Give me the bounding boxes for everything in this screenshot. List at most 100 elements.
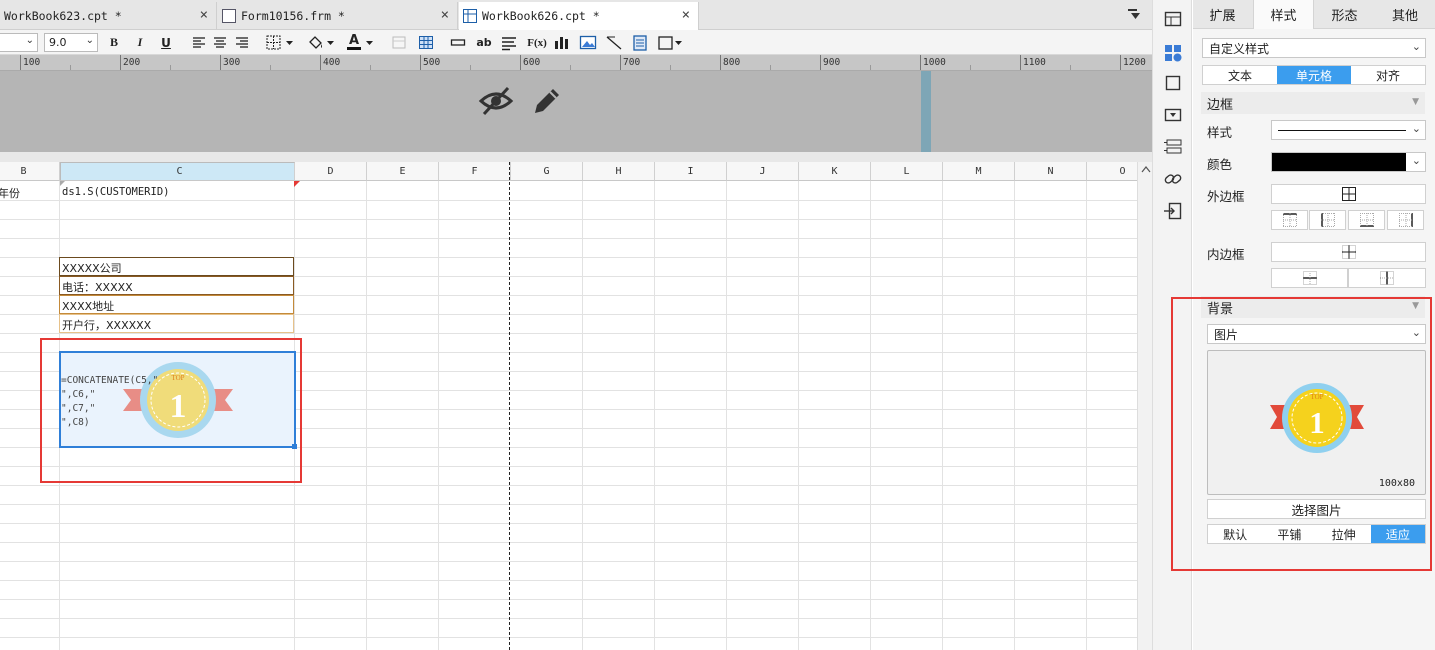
inner-border-label: 内边框 xyxy=(1207,247,1245,262)
cell-attributes-icon[interactable] xyxy=(1164,44,1182,62)
cell-element-icon[interactable] xyxy=(1164,10,1182,28)
close-icon[interactable]: × xyxy=(441,8,449,22)
wrap-text-button[interactable]: ab xyxy=(474,33,494,52)
data-entry-icon[interactable] xyxy=(1164,202,1182,220)
text-color-swatch xyxy=(347,47,361,50)
cell-c6-text: 电话：XXXXX xyxy=(62,281,133,294)
chart-icon[interactable] xyxy=(553,33,571,52)
col-header-i[interactable]: I xyxy=(655,162,727,181)
bold-button[interactable]: B xyxy=(106,33,122,52)
hyperlink-icon[interactable] xyxy=(1164,170,1182,188)
designer-window: WorkBook623.cpt * × Form10156.frm * × Wo… xyxy=(0,0,1435,650)
tab-workbook626[interactable]: WorkBook626.cpt * × xyxy=(459,2,699,30)
inner-horizontal-button[interactable] xyxy=(1271,268,1348,288)
text-color-label: A xyxy=(348,33,360,48)
chevron-down-icon[interactable] xyxy=(365,33,375,52)
align-center-icon[interactable] xyxy=(212,33,228,52)
ruler-tick: 600 xyxy=(523,57,541,68)
italic-button[interactable]: I xyxy=(132,33,148,52)
col-header-h[interactable]: H xyxy=(583,162,655,181)
border-left-button[interactable] xyxy=(1309,210,1346,230)
tab-bar: WorkBook623.cpt * × Form10156.frm * × Wo… xyxy=(0,0,1152,30)
image-icon[interactable] xyxy=(579,33,597,52)
tab-workbook623[interactable]: WorkBook623.cpt * × xyxy=(0,2,217,29)
clear-format-icon[interactable] xyxy=(391,33,407,52)
subtab-align[interactable]: 对齐 xyxy=(1351,66,1425,84)
inner-border-all[interactable] xyxy=(1271,242,1426,262)
format-toolbar: ⌄ 9.0 ⌄ B I U A ab F(x) xyxy=(0,30,1152,55)
table-icon[interactable] xyxy=(418,33,434,52)
tab-other[interactable]: 其他 xyxy=(1375,0,1435,29)
font-size-select[interactable]: 9.0 ⌄ xyxy=(44,33,98,52)
col-header-d[interactable]: D xyxy=(295,162,367,181)
border-dropdown-icon[interactable] xyxy=(265,33,295,52)
col-header-g[interactable]: G xyxy=(511,162,583,181)
sheet-grid[interactable]: B C D E F G H I J K L M N O 年份 ds1.S(CUS… xyxy=(0,162,1137,650)
col-header-f[interactable]: F xyxy=(439,162,511,181)
ruler-tick: 1100 xyxy=(1023,57,1046,68)
col-header-e[interactable]: E xyxy=(367,162,439,181)
slash-line-icon[interactable] xyxy=(605,33,623,52)
tab-style[interactable]: 样式 xyxy=(1253,0,1314,29)
col-header-j[interactable]: J xyxy=(727,162,799,181)
inner-vertical-button[interactable] xyxy=(1348,268,1426,288)
widget-icon[interactable] xyxy=(1164,106,1182,124)
formula-button[interactable]: F(x) xyxy=(526,33,548,52)
outer-border-all[interactable] xyxy=(1271,184,1426,204)
cell-c7[interactable]: XXXX地址 xyxy=(59,295,294,314)
tab-form[interactable]: 形态 xyxy=(1314,0,1375,29)
color-swatch xyxy=(1272,153,1406,171)
col-header-k[interactable]: K xyxy=(799,162,871,181)
vertical-scrollbar[interactable] xyxy=(1137,162,1152,650)
cell-c8[interactable]: 开户行，XXXXXX xyxy=(59,314,294,333)
subreport-icon[interactable] xyxy=(631,33,649,52)
col-header-b[interactable]: B xyxy=(0,162,60,181)
scroll-up-icon[interactable] xyxy=(1141,165,1151,173)
hide-eye-icon[interactable] xyxy=(478,84,514,118)
border-right-button[interactable] xyxy=(1387,210,1424,230)
align-right-icon[interactable] xyxy=(234,33,250,52)
text-color-button[interactable]: A xyxy=(344,33,364,52)
merge-cell-icon[interactable] xyxy=(450,33,466,52)
border-color-select[interactable]: ⌄ xyxy=(1271,152,1426,172)
col-header-c[interactable]: C xyxy=(60,162,295,181)
ruler-tick: 1000 xyxy=(923,57,946,68)
insert-frame-icon[interactable] xyxy=(657,33,683,52)
cell-c6[interactable]: 电话：XXXXX xyxy=(59,276,294,295)
style-select[interactable]: 自定义样式 ⌄ xyxy=(1202,38,1426,58)
ruler-tick: 800 xyxy=(723,57,741,68)
close-icon[interactable]: × xyxy=(682,8,690,22)
border-style-select[interactable]: ⌄ xyxy=(1271,120,1426,140)
edit-pencil-icon[interactable] xyxy=(530,84,564,118)
col-header-n[interactable]: N xyxy=(1015,162,1087,181)
cell-flag-icon xyxy=(60,181,65,186)
border-top-button[interactable] xyxy=(1271,210,1308,230)
subtab-cell[interactable]: 单元格 xyxy=(1277,66,1351,84)
cell-c5[interactable]: XXXXX公司 xyxy=(59,257,294,276)
subtab-text[interactable]: 文本 xyxy=(1203,66,1277,84)
close-icon[interactable]: × xyxy=(200,8,208,22)
tab-expand[interactable]: 扩展 xyxy=(1193,0,1252,29)
paragraph-icon[interactable] xyxy=(500,33,518,52)
cell-c2[interactable]: ds1.S(CUSTOMERID) xyxy=(62,186,169,198)
border-bottom-button[interactable] xyxy=(1348,210,1385,230)
underline-button[interactable]: U xyxy=(158,33,174,52)
tab-form10156[interactable]: Form10156.frm * × xyxy=(218,2,458,29)
col-header-o[interactable]: O xyxy=(1087,162,1137,181)
border-top-icon xyxy=(1282,213,1297,227)
banner-gap xyxy=(0,152,1152,162)
border-inner-vertical-icon xyxy=(1380,271,1394,285)
border-section-header[interactable]: 边框 ▼ xyxy=(1201,92,1425,114)
col-header-l[interactable]: L xyxy=(871,162,943,181)
fill-color-icon[interactable] xyxy=(306,33,336,52)
align-left-icon[interactable] xyxy=(191,33,207,52)
col-header-m[interactable]: M xyxy=(943,162,1015,181)
font-family-select[interactable]: ⌄ xyxy=(0,33,38,52)
ruler-tick: 700 xyxy=(623,57,641,68)
condition-icon[interactable] xyxy=(1164,138,1182,156)
float-element-icon[interactable] xyxy=(1164,74,1182,92)
border-color-label: 颜色 xyxy=(1207,157,1233,172)
chevron-down-icon: ⌄ xyxy=(1411,122,1421,135)
cell-b2[interactable]: 年份 xyxy=(0,185,20,201)
collapse-panel-icon[interactable] xyxy=(1128,8,1140,20)
